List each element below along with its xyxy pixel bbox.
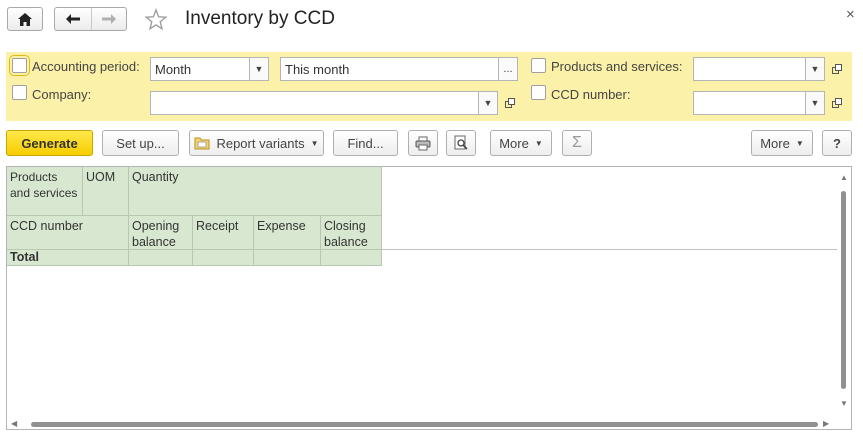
company-open-button[interactable] <box>500 91 520 115</box>
header-opening-balance-label: Opening balance <box>132 219 180 249</box>
header-receipt-label: Receipt <box>196 219 239 233</box>
sum-button[interactable]: Σ <box>562 130 592 156</box>
help-button[interactable]: ? <box>822 130 852 156</box>
favorite-button[interactable] <box>144 8 168 32</box>
total-opening-balance <box>129 250 193 266</box>
magnifier-document-icon <box>454 135 468 150</box>
arrow-left-icon <box>65 14 80 24</box>
products-services-checkbox[interactable] <box>531 58 546 73</box>
scroll-down-arrow[interactable]: ▼ <box>840 399 848 408</box>
header-expense: Expense <box>254 216 321 250</box>
scroll-left-arrow[interactable]: ◀ <box>11 419 17 428</box>
open-window-icon <box>832 64 842 74</box>
horizontal-scrollbar[interactable] <box>31 422 818 427</box>
preview-button[interactable] <box>446 130 476 156</box>
back-button[interactable] <box>55 8 91 30</box>
header-opening-balance: Opening balance <box>129 216 193 250</box>
chevron-down-icon: ▼ <box>534 138 543 148</box>
help-icon: ? <box>833 135 841 151</box>
total-label: Total <box>10 250 39 264</box>
header-products-services: Products and services <box>7 167 83 216</box>
period-value: This month <box>285 62 350 77</box>
header-quantity-label: Quantity <box>132 170 179 184</box>
total-label-cell: Total <box>7 250 129 266</box>
products-services-dropdown-button[interactable]: ▼ <box>805 57 825 81</box>
ccd-number-field[interactable] <box>693 91 806 115</box>
folder-icon <box>194 137 210 150</box>
products-services-open-button[interactable] <box>827 57 847 81</box>
vertical-scrollbar[interactable] <box>841 191 846 389</box>
star-icon <box>144 8 168 31</box>
page-title: Inventory by CCD <box>185 8 335 29</box>
chevron-down-icon: ▼ <box>483 98 493 108</box>
header-ccd-number: CCD number <box>7 216 129 250</box>
ccd-number-checkbox[interactable] <box>531 85 546 100</box>
more-label: More <box>499 135 529 151</box>
header-ccd-number-label: CCD number <box>10 219 83 233</box>
sigma-icon: Σ <box>572 134 582 151</box>
set-up-button[interactable]: Set up... <box>102 130 179 156</box>
print-button[interactable] <box>408 130 438 156</box>
ellipsis-icon: ... <box>503 63 513 75</box>
find-label: Find... <box>347 135 384 151</box>
period-select-button[interactable]: ... <box>498 57 518 81</box>
more-right-label: More <box>760 135 790 151</box>
period-type-select[interactable]: Month <box>150 57 250 81</box>
printer-icon <box>415 136 431 150</box>
ccd-number-dropdown-button[interactable]: ▼ <box>805 91 825 115</box>
total-closing-balance <box>321 250 382 266</box>
close-icon[interactable]: × <box>846 6 855 23</box>
header-receipt: Receipt <box>193 216 254 250</box>
history-navigation <box>54 7 127 31</box>
header-quantity: Quantity <box>129 167 382 216</box>
header-expense-label: Expense <box>257 219 306 233</box>
ccd-number-open-button[interactable] <box>827 91 847 115</box>
generate-label: Generate <box>21 135 78 151</box>
forward-button[interactable] <box>90 8 127 30</box>
accounting-period-label: Accounting period: <box>32 59 140 74</box>
chevron-down-icon: ▼ <box>810 64 820 74</box>
filter-panel: Accounting period: Month ▼ This month ..… <box>6 52 852 121</box>
chevron-down-icon: ▼ <box>810 98 820 108</box>
company-dropdown-button[interactable]: ▼ <box>478 91 498 115</box>
find-button[interactable]: Find... <box>333 130 398 156</box>
chevron-down-icon: ▼ <box>254 64 264 74</box>
company-checkbox[interactable] <box>12 85 27 100</box>
open-window-icon <box>505 98 515 108</box>
accounting-period-checkbox[interactable] <box>9 55 30 76</box>
period-type-dropdown-button[interactable]: ▼ <box>249 57 269 81</box>
scroll-right-arrow[interactable]: ▶ <box>823 419 829 428</box>
open-window-icon <box>832 98 842 108</box>
report-variants-label: Report variants <box>216 135 305 151</box>
arrow-right-icon <box>101 14 116 24</box>
ccd-number-label: CCD number: <box>551 87 631 102</box>
header-separator <box>382 249 837 250</box>
more-button[interactable]: More ▼ <box>490 130 552 156</box>
company-field[interactable] <box>150 91 479 115</box>
header-uom: UOM <box>83 167 129 216</box>
header-closing-balance: Closing balance <box>321 216 382 250</box>
chevron-down-icon: ▼ <box>310 138 319 148</box>
period-value-field[interactable]: This month <box>280 57 499 81</box>
total-receipt <box>193 250 254 266</box>
total-expense <box>254 250 321 266</box>
period-type-value: Month <box>155 62 192 77</box>
header-closing-balance-label: Closing balance <box>324 219 368 249</box>
scroll-up-arrow[interactable]: ▲ <box>840 173 848 182</box>
report-area[interactable]: Products and services UOM Quantity CCD n… <box>6 166 852 430</box>
report-variants-button[interactable]: Report variants ▼ <box>189 130 324 156</box>
more-right-button[interactable]: More ▼ <box>751 130 813 156</box>
products-services-label: Products and services: <box>551 59 683 74</box>
set-up-label: Set up... <box>116 135 165 151</box>
generate-button[interactable]: Generate <box>6 130 93 156</box>
chevron-down-icon: ▼ <box>795 138 804 148</box>
products-services-field[interactable] <box>693 57 806 81</box>
home-icon <box>18 12 32 26</box>
company-label: Company: <box>32 87 92 102</box>
home-button[interactable] <box>7 7 43 31</box>
header-products-label: Products and services <box>10 170 78 200</box>
header-uom-label: UOM <box>86 170 116 184</box>
